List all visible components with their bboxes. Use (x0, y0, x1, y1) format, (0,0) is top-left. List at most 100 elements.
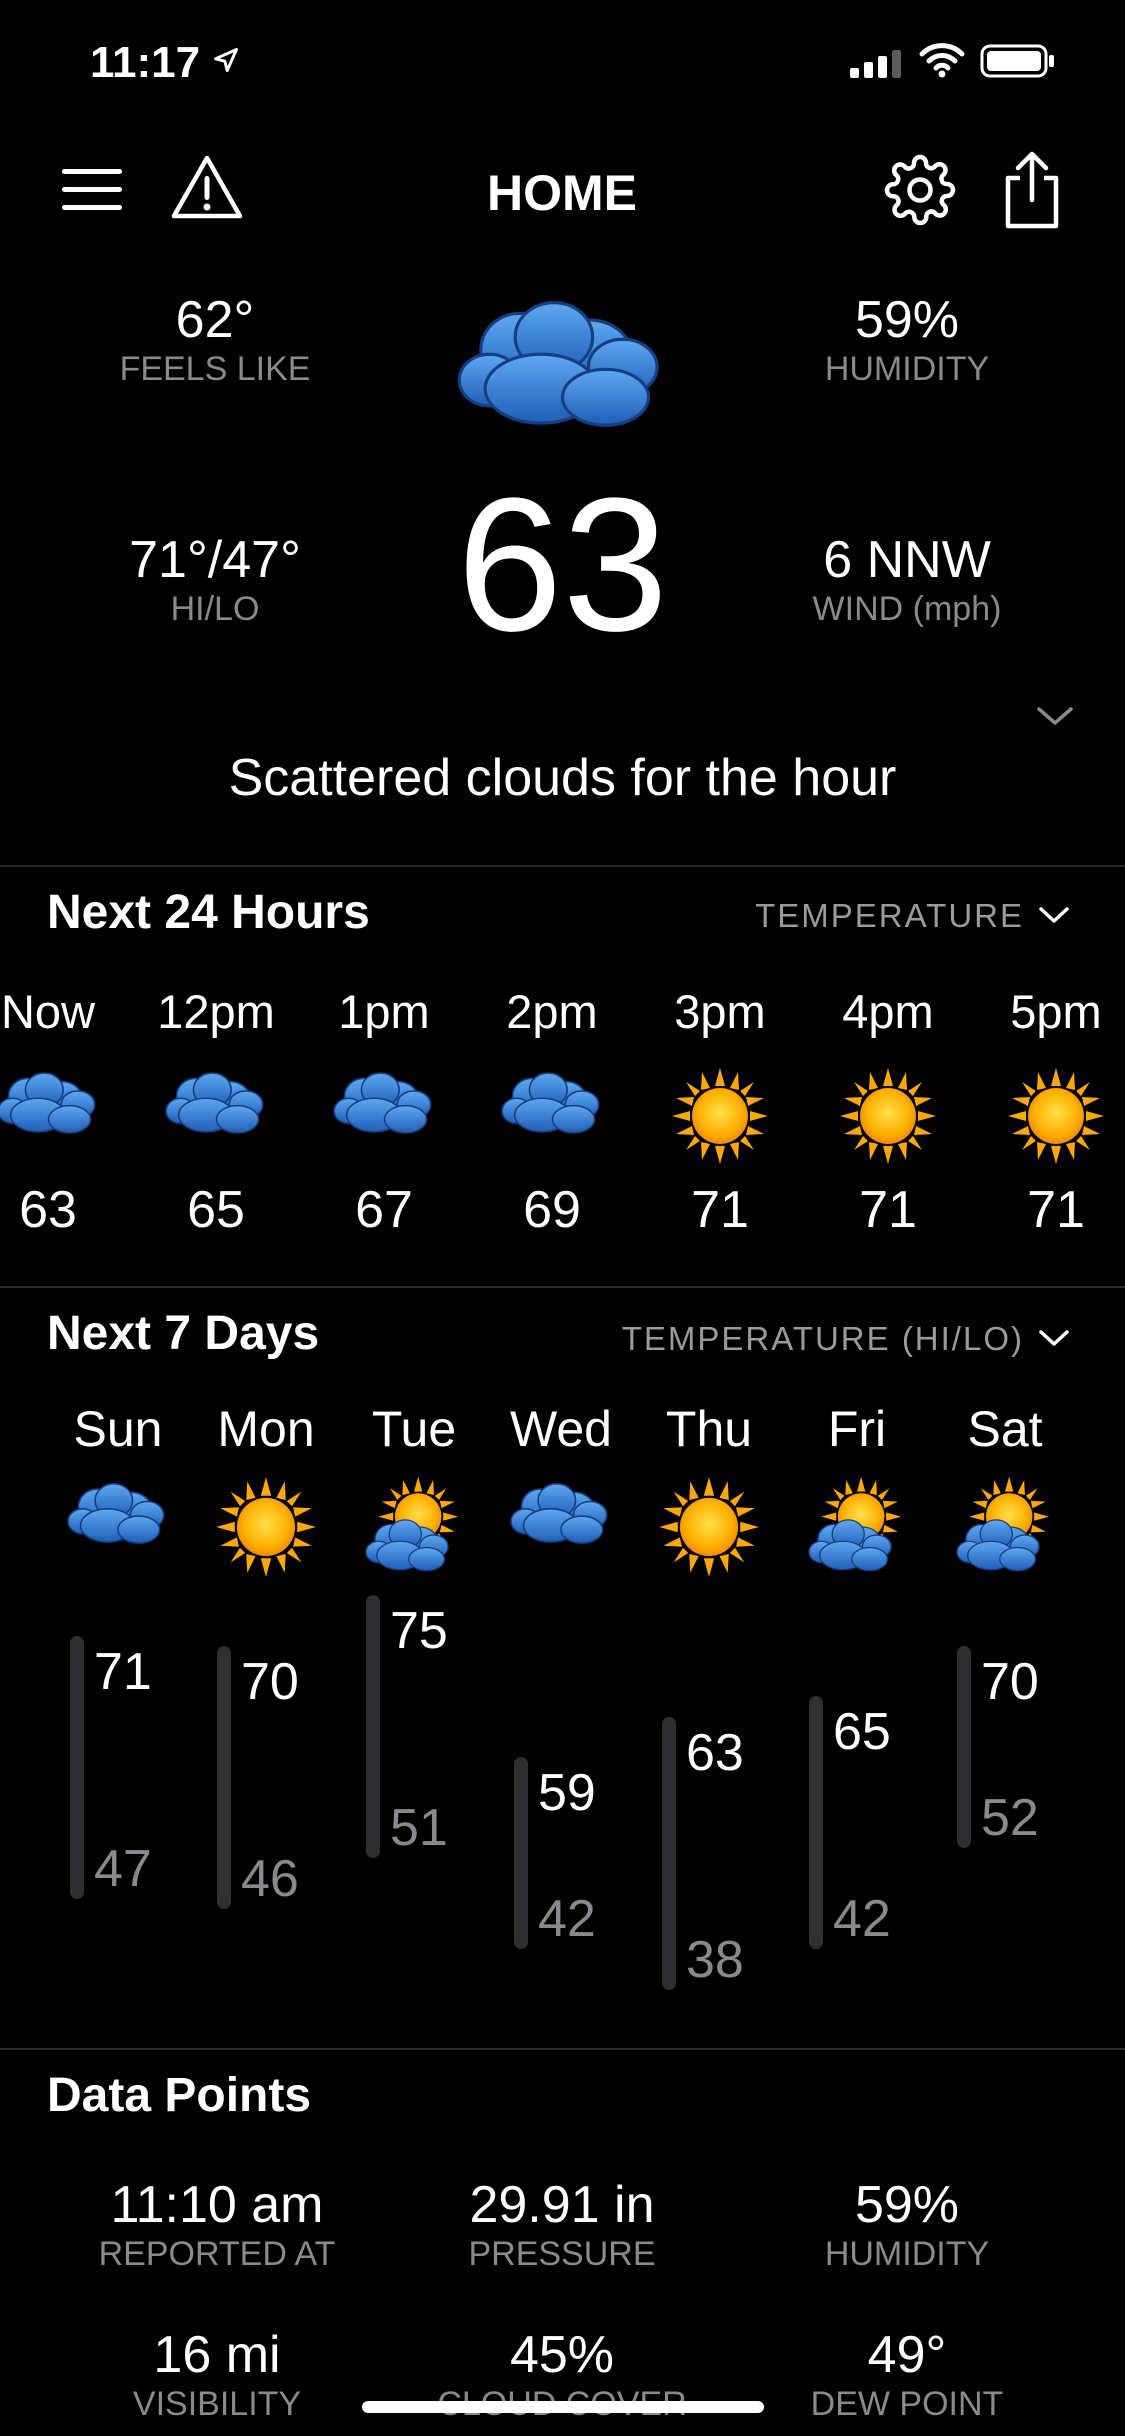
daily-low-temp: 42 (538, 1890, 596, 1949)
data-point-value: 45% (509, 2326, 615, 2384)
daily-low-temp: 42 (833, 1890, 891, 1949)
hourly-item: 1pm 67 (299, 980, 469, 1250)
daily-low-temp: 47 (94, 1839, 152, 1898)
hourly-temp: 63 (19, 1181, 77, 1239)
hourly-time: 4pm (842, 985, 934, 1038)
daily-low-temp: 52 (981, 1789, 1039, 1848)
hourly-time: Now (0, 985, 96, 1038)
feels-like-label: FEELS LIKE (119, 350, 311, 388)
daily-high-temp: 71 (94, 1642, 152, 1701)
daily-low-temp: 51 (390, 1799, 448, 1858)
hourly-time: 2pm (506, 985, 598, 1038)
temperature-range-bar (366, 1595, 380, 1859)
hilo-label: HI/LO (170, 590, 260, 628)
daily-high-temp: 70 (241, 1652, 299, 1711)
share-icon[interactable] (1000, 148, 1064, 232)
divider (0, 865, 1125, 867)
hourly-temp: 71 (691, 1181, 749, 1239)
data-point: 59% HUMIDITY (737, 2175, 1077, 2274)
daily-day: Sun (73, 1401, 163, 1457)
partly-cloudy-icon (805, 1475, 909, 1579)
feels-like-value: 62° (175, 291, 255, 349)
status-time: 11:17 (90, 38, 201, 87)
daily-day: Sat (967, 1401, 1043, 1457)
hourly-item: 5pm 71 (971, 980, 1125, 1250)
hourly-item: 3pm 71 (635, 980, 805, 1250)
daily-day: Mon (217, 1401, 315, 1457)
header-bar: HOME (0, 140, 1125, 240)
humidity-stat: 59% HUMIDITY (752, 290, 1062, 389)
location-arrow-icon (214, 48, 238, 72)
sunny-icon (840, 1068, 936, 1164)
hourly-item: 2pm 69 (467, 980, 637, 1250)
hourly-temp: 67 (355, 1181, 413, 1239)
hourly-temp: 71 (1027, 1181, 1085, 1239)
data-point-value: 11:10 am (110, 2176, 324, 2234)
humidity-value: 59% (854, 291, 960, 349)
daily-day: Wed (510, 1401, 612, 1457)
hourly-metric-selector[interactable]: TEMPERATURE (755, 897, 1070, 935)
partly-cloudy-icon (362, 1475, 466, 1579)
settings-gear-icon[interactable] (884, 154, 956, 226)
cloudy-icon (332, 1072, 432, 1134)
sunny-icon (216, 1477, 316, 1577)
alert-icon[interactable] (170, 154, 244, 220)
hourly-time: 12pm (157, 985, 275, 1038)
data-point-value: 59% (854, 2176, 960, 2234)
divider (0, 2048, 1125, 2050)
hourly-time: 3pm (674, 985, 766, 1038)
battery-icon (980, 44, 1054, 78)
divider (0, 1286, 1125, 1288)
hilo-stat: 71°/47° HI/LO (60, 530, 370, 629)
data-point-label: DEW POINT (810, 2385, 1004, 2423)
status-bar: 11:17 (0, 0, 1125, 120)
data-point-label: HUMIDITY (824, 2235, 990, 2273)
chevron-down-icon[interactable] (1035, 705, 1075, 729)
daily-section-title: Next 7 Days (47, 1307, 320, 1360)
daily-day: Tue (371, 1401, 457, 1457)
hourly-time: 1pm (338, 985, 430, 1038)
daily-high-temp: 75 (390, 1602, 448, 1660)
daily-day: Thu (665, 1401, 753, 1457)
cloudy-icon (510, 1483, 608, 1544)
temperature-range-bar (809, 1696, 823, 1950)
forecast-summary: Scattered clouds for the hour (228, 749, 897, 807)
hourly-item: 12pm 65 (131, 980, 301, 1250)
cloudy-icon (0, 1072, 96, 1134)
menu-icon[interactable] (60, 165, 124, 215)
data-point: 29.91 in PRESSURE (392, 2175, 732, 2274)
home-indicator[interactable] (362, 2401, 764, 2413)
chevron-down-icon (1039, 1330, 1069, 1346)
cloudy-icon (164, 1072, 264, 1134)
sunny-icon (659, 1477, 759, 1577)
temperature-range-bar (514, 1757, 528, 1950)
hourly-time: 5pm (1010, 985, 1102, 1038)
wifi-icon (919, 43, 965, 78)
daily-metric-selector[interactable]: TEMPERATURE (HI/LO) (622, 1320, 1070, 1358)
daily-high-temp: 63 (686, 1723, 744, 1782)
temperature-range-bar (217, 1645, 231, 1909)
daily-high-temp: 59 (538, 1764, 596, 1823)
feels-like-stat: 62° FEELS LIKE (60, 290, 370, 389)
data-point-label: REPORTED AT (98, 2235, 336, 2273)
hourly-item: 4pm 71 (803, 980, 973, 1250)
cloudy-icon (500, 1072, 600, 1134)
data-point-value: 29.91 in (469, 2176, 655, 2234)
wind-stat: 6 NNW WIND (mph) (752, 530, 1062, 629)
signal-icon (850, 50, 901, 78)
data-point-label: PRESSURE (468, 2235, 656, 2273)
wind-value: 6 NNW (823, 531, 991, 589)
daily-high-temp: 70 (981, 1652, 1039, 1711)
hourly-temp: 69 (523, 1181, 581, 1239)
current-temperature: 63 (456, 459, 669, 671)
sunny-icon (672, 1068, 768, 1164)
temperature-range-bar (957, 1645, 971, 1849)
hourly-temp: 71 (859, 1181, 917, 1239)
daily-low-temp: 46 (241, 1849, 299, 1908)
daily-metric-label: TEMPERATURE (HI/LO) (621, 1320, 1024, 1357)
daily-low-temp: 38 (686, 1931, 744, 1989)
hourly-section-title: Next 24 Hours (47, 886, 370, 939)
hourly-metric-label: TEMPERATURE (755, 897, 1024, 934)
daily-day: Fri (827, 1401, 887, 1457)
temperature-range-bar (662, 1716, 676, 1990)
